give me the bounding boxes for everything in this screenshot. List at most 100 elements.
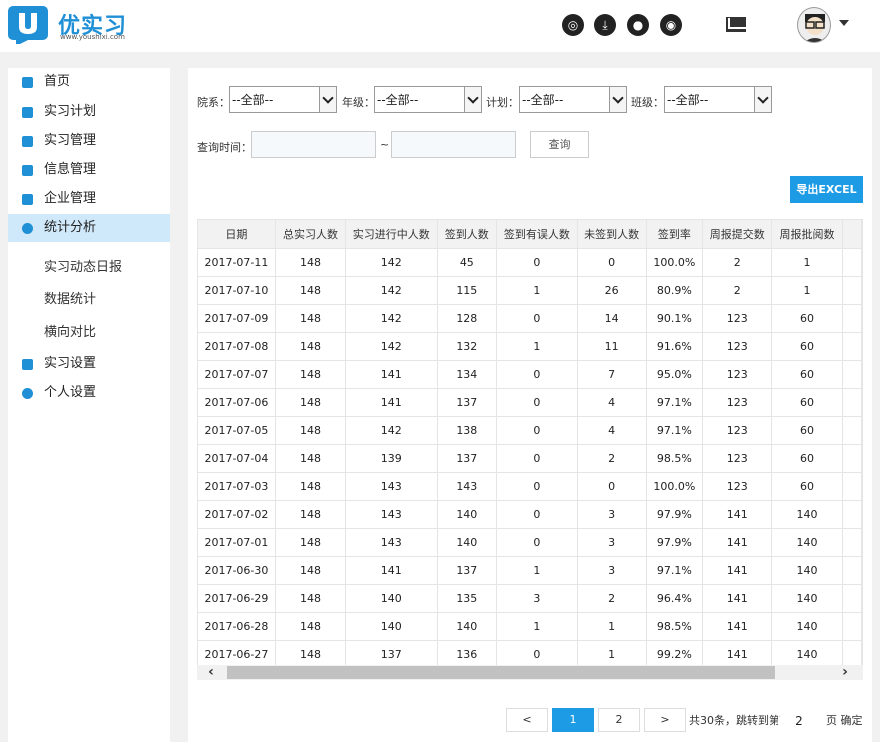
table-cell: 141 <box>702 639 773 668</box>
table-cell: 148 <box>275 247 347 276</box>
logo-icon <box>8 6 48 44</box>
mail-icon[interactable] <box>726 17 746 32</box>
table-cell: 140 <box>771 499 843 528</box>
sidebar-subitem-data-stats[interactable]: 数据统计 <box>44 288 96 307</box>
table-cell: 100.0% <box>646 247 704 276</box>
table-cell: 148 <box>275 359 347 388</box>
table-cell: 148 <box>275 387 347 416</box>
sidebar-item-label: 统计分析 <box>44 220 97 235</box>
table-cell-overflow <box>842 331 862 360</box>
download-icon[interactable]: ⤓ <box>594 14 616 36</box>
dept-select[interactable]: --全部-- <box>229 86 337 113</box>
plan-select-value: --全部-- <box>522 93 564 107</box>
table-cell: 80.9% <box>646 275 704 304</box>
table-row: 2017-07-09 148 142 128 0 14 90.1% 123 60 <box>198 303 862 332</box>
page-jump-input[interactable]: 2 <box>778 708 820 732</box>
table-cell-overflow <box>842 275 862 304</box>
sidebar-item-settings[interactable]: 实习设置 <box>8 350 170 378</box>
table-cell: 1 <box>771 275 843 304</box>
sidebar-item-info[interactable]: 信息管理 <box>8 156 170 184</box>
table-cell: 1 <box>496 275 578 304</box>
table-cell-overflow <box>842 527 862 556</box>
table-cell: 2017-07-09 <box>198 303 276 332</box>
sidebar-subitem-comparison[interactable]: 横向对比 <box>44 321 96 340</box>
plan-select[interactable]: --全部-- <box>519 86 627 113</box>
table-cell: 2017-06-29 <box>198 583 276 612</box>
table-cell: 2017-06-30 <box>198 555 276 584</box>
stats-table: 日期 总实习人数 实习进行中人数 签到人数 签到有误人数 未签到人数 签到率 周… <box>197 219 863 680</box>
logo-subtext: www.youshixi.com <box>60 33 125 41</box>
class-select[interactable]: --全部-- <box>664 86 772 113</box>
chevron-down-icon[interactable] <box>839 20 849 26</box>
table-cell: 148 <box>275 443 347 472</box>
table-cell: 141 <box>345 387 438 416</box>
grade-label: 年级： <box>342 96 375 109</box>
factory-icon <box>22 194 33 205</box>
sidebar-item-home[interactable]: 首页 <box>8 68 170 96</box>
table-cell: 97.1% <box>646 415 704 444</box>
aperture-icon[interactable]: ◎ <box>562 14 584 36</box>
book-icon <box>22 359 33 370</box>
table-cell: 142 <box>345 331 438 360</box>
table-cell: 91.6% <box>646 331 704 360</box>
table-cell: 141 <box>702 555 773 584</box>
gear-icon <box>22 388 33 399</box>
table-cell: 60 <box>771 331 843 360</box>
monitor-icon <box>22 136 33 147</box>
table-row: 2017-06-29 148 140 135 3 2 96.4% 141 140 <box>198 583 862 612</box>
avatar[interactable] <box>797 7 831 43</box>
table-cell: 0 <box>577 471 647 500</box>
table-cell: 143 <box>345 499 438 528</box>
pagination-confirm[interactable]: 页 确定 <box>826 712 863 728</box>
next-page-button[interactable]: > <box>644 708 686 732</box>
table-cell: 142 <box>345 415 438 444</box>
table-cell: 60 <box>771 303 843 332</box>
table-cell: 2017-07-05 <box>198 415 276 444</box>
table-cell: 132 <box>437 331 498 360</box>
dept-select-value: --全部-- <box>232 93 274 107</box>
table-cell: 140 <box>437 611 498 640</box>
table-cell: 100.0% <box>646 471 704 500</box>
start-date-input[interactable] <box>251 131 376 158</box>
column-header: 周报提交数 <box>702 220 773 248</box>
chevron-down-icon <box>319 87 336 112</box>
query-button[interactable]: 查询 <box>530 131 589 158</box>
pagination-info: 共30条，跳转到第 <box>689 714 780 727</box>
sidebar-item-label: 实习计划 <box>44 104 97 119</box>
sidebar-subitem-daily-report[interactable]: 实习动态日报 <box>44 256 122 275</box>
table-row: 2017-07-08 148 142 132 1 11 91.6% 123 60 <box>198 331 862 360</box>
table-cell: 141 <box>702 611 773 640</box>
prev-page-button[interactable]: < <box>506 708 548 732</box>
table-cell: 123 <box>702 387 773 416</box>
sidebar-item-plan[interactable]: 实习计划 <box>8 98 170 126</box>
sidebar-item-company[interactable]: 企业管理 <box>8 185 170 213</box>
weibo-icon[interactable]: ◉ <box>660 14 682 36</box>
table-row: 2017-07-10 148 142 115 1 26 80.9% 2 1 <box>198 275 862 304</box>
scroll-left-icon[interactable]: ‹ <box>203 665 219 680</box>
page-2-button[interactable]: 2 <box>598 708 640 732</box>
horizontal-scrollbar[interactable]: ‹ › <box>197 665 863 680</box>
table-cell: 2017-07-02 <box>198 499 276 528</box>
table-cell: 4 <box>577 387 647 416</box>
table-row: 2017-07-06 148 141 137 0 4 97.1% 123 60 <box>198 387 862 416</box>
table-cell: 148 <box>275 611 347 640</box>
sidebar-item-personal[interactable]: 个人设置 <box>8 379 170 407</box>
table-cell: 2 <box>577 583 647 612</box>
scroll-right-icon[interactable]: › <box>837 665 853 680</box>
scrollbar-thumb[interactable] <box>227 666 775 679</box>
end-date-input[interactable] <box>391 131 516 158</box>
page-1-button[interactable]: 1 <box>552 708 594 732</box>
grade-select[interactable]: --全部-- <box>374 86 482 113</box>
home-icon <box>22 77 33 88</box>
table-cell: 139 <box>345 443 438 472</box>
export-excel-button[interactable]: 导出EXCEL <box>790 176 863 203</box>
table-cell: 3 <box>496 583 578 612</box>
table-cell: 148 <box>275 555 347 584</box>
wechat-icon[interactable]: ● <box>627 14 649 36</box>
table-cell: 140 <box>437 499 498 528</box>
sidebar-item-statistics[interactable]: 统计分析 <box>8 214 170 242</box>
table-cell-overflow <box>842 247 862 276</box>
table-cell: 11 <box>577 331 647 360</box>
sidebar-item-label: 首页 <box>44 74 71 89</box>
sidebar-item-manage[interactable]: 实习管理 <box>8 127 170 155</box>
